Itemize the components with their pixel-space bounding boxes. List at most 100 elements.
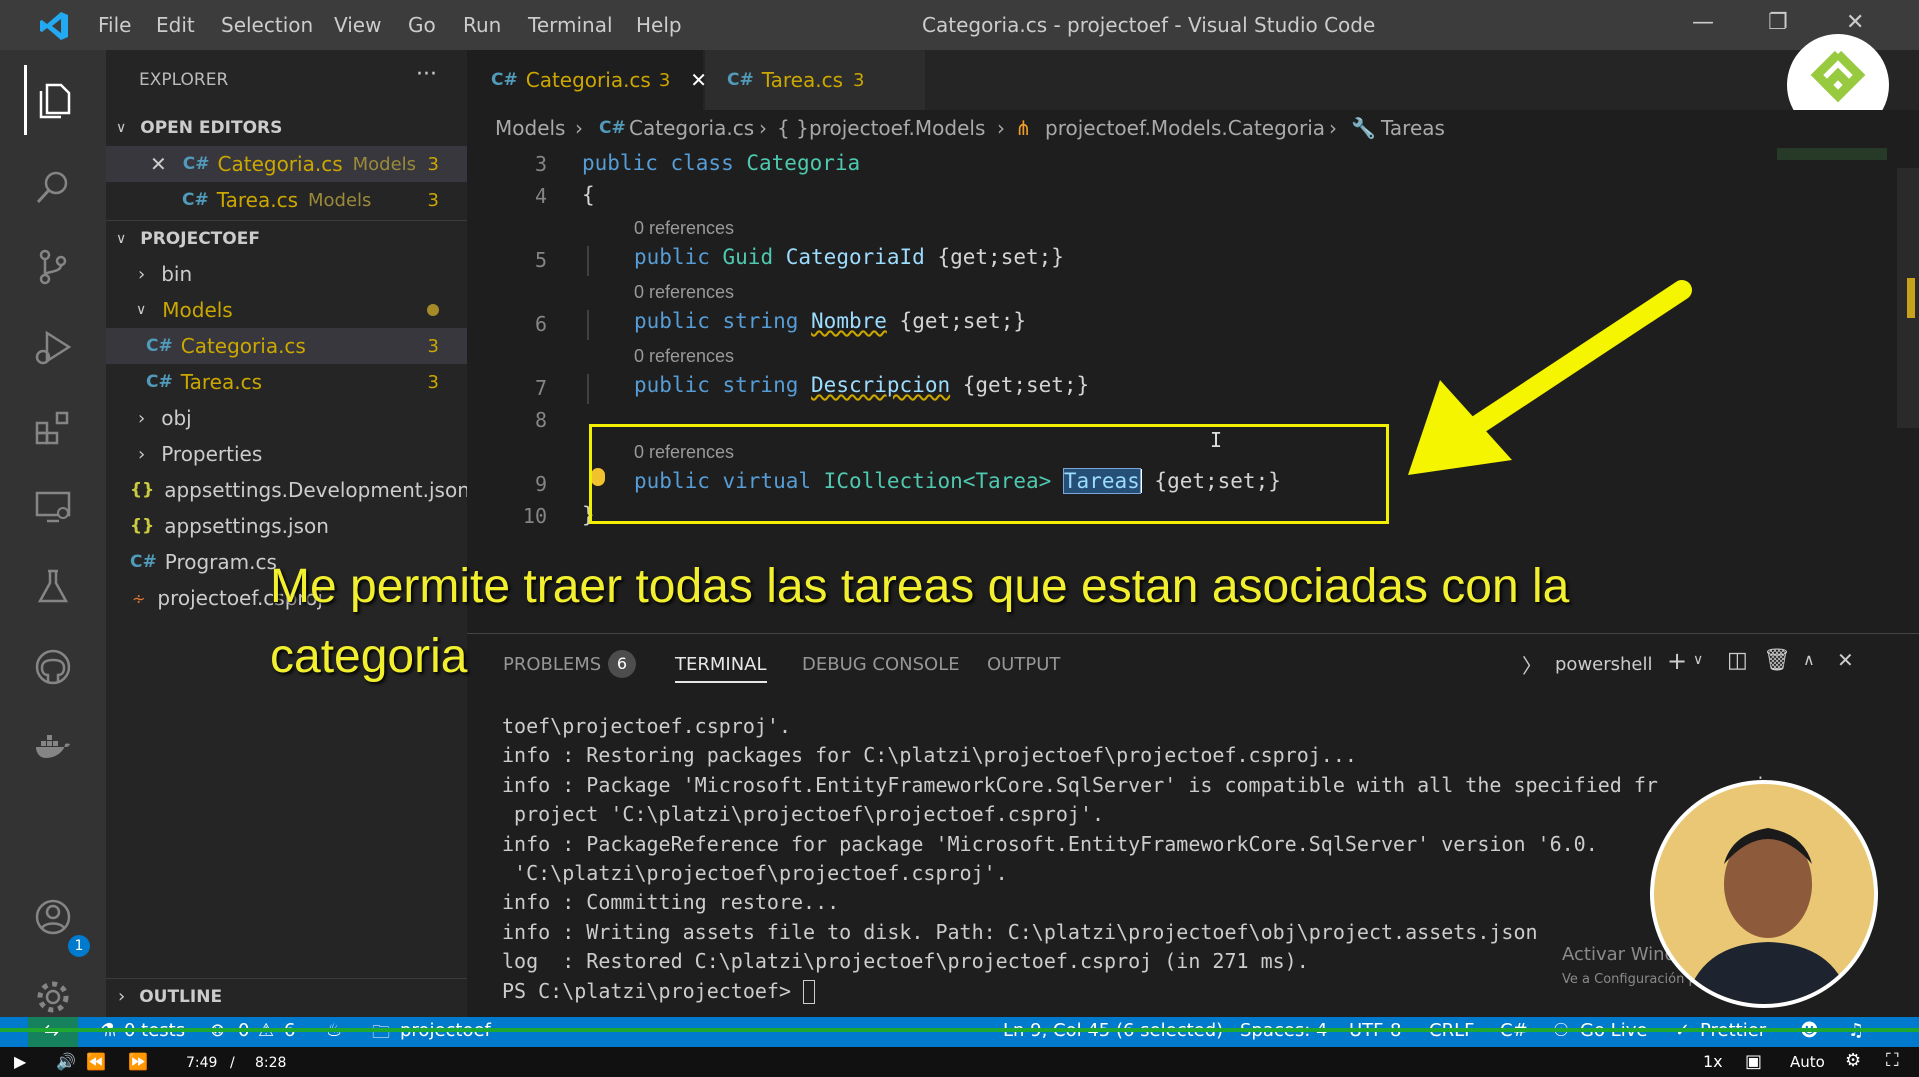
breadcrumb-models[interactable]: Models — [495, 116, 565, 140]
account-badge: 1 — [68, 935, 90, 957]
csharp-icon: C# — [182, 190, 209, 210]
codelens-references[interactable]: 0 references — [634, 282, 734, 303]
breadcrumb-class[interactable]: projectoef.Models.Categoria — [1045, 116, 1325, 140]
vscode-logo-icon — [40, 12, 68, 40]
code-line-5: public Guid CategoriaId {get;set;} — [634, 245, 1064, 269]
project-header[interactable]: ∨ PROJECTOEF — [106, 220, 467, 256]
rewind-icon[interactable]: ⏪ — [86, 1052, 106, 1071]
restore-icon[interactable]: ❐ — [1768, 10, 1788, 35]
chevron-right-icon: › — [997, 116, 1005, 140]
csharp-icon: C# — [182, 154, 210, 174]
chevron-down-icon[interactable]: ∨ — [1693, 652, 1703, 668]
settings-gear-icon[interactable]: ⚙ — [1845, 1050, 1861, 1071]
chevron-right-icon: › — [759, 116, 767, 140]
menu-selection[interactable]: Selection — [221, 13, 313, 37]
chevron-right-icon: › — [138, 263, 146, 285]
tree-file-appsettings-dev[interactable]: {} appsettings.Development.json — [106, 472, 470, 508]
minimize-icon[interactable]: — — [1692, 10, 1714, 35]
fullscreen-icon[interactable]: ⛶ — [1886, 1050, 1899, 1071]
breadcrumb-file[interactable]: Categoria.cs — [629, 116, 754, 140]
codelens-references[interactable]: 0 references — [634, 218, 734, 239]
csharp-icon: C# — [146, 372, 173, 392]
chevron-down-icon: ∨ — [116, 230, 127, 247]
folder-icon: 🗀 — [372, 1022, 390, 1043]
explorer-icon[interactable] — [28, 76, 78, 126]
menu-help[interactable]: Help — [636, 13, 682, 37]
extensions-icon[interactable] — [28, 402, 78, 452]
tree-file-categoria[interactable]: C# Categoria.cs 3 — [106, 328, 467, 364]
open-editor-categoria[interactable]: ✕ C# Categoria.cs Models 3 — [106, 146, 467, 182]
close-window-icon[interactable]: ✕ — [1846, 10, 1864, 35]
testing-icon[interactable] — [28, 562, 78, 612]
terminal-line: info : Committing restore... — [502, 890, 840, 915]
menu-run[interactable]: Run — [463, 13, 501, 37]
volume-icon[interactable]: 🔊 — [56, 1052, 76, 1071]
csharp-icon: C# — [130, 552, 157, 572]
code-line-7: public string Descripcion {get;set;} — [634, 373, 1090, 397]
tree-file-appsettings[interactable]: {} appsettings.json — [106, 508, 467, 544]
open-editors-header[interactable]: ∨ OPEN EDITORS — [106, 110, 467, 146]
webcam-overlay — [1650, 780, 1878, 1008]
terminal-line: info : Package 'Microsoft.EntityFramewor… — [502, 772, 1779, 797]
split-terminal-icon[interactable]: ◫ — [1727, 648, 1748, 673]
activity-bar: 1 — [0, 50, 106, 1017]
editor-tabs: C# Categoria.cs 3 ✕ C# Tarea.cs 3 — [467, 34, 1919, 136]
tree-folder-properties[interactable]: › Properties — [106, 436, 467, 472]
quality-button[interactable]: Auto — [1790, 1053, 1825, 1071]
chevron-down-icon: ∨ — [116, 120, 127, 136]
tree-folder-obj[interactable]: › obj — [106, 400, 467, 436]
video-player-controls: ▶ 🔊 ⏪ ⏩ 7:49 / 8:28 1x ▣ Auto ⚙ ⛶ — [0, 1047, 1919, 1077]
tree-file-tarea[interactable]: C# Tarea.cs 3 — [106, 364, 467, 400]
add-terminal-icon[interactable]: + — [1667, 647, 1687, 675]
account-icon[interactable] — [28, 892, 78, 942]
tree-folder-models[interactable]: ∨ Models — [106, 292, 467, 328]
explorer-title: EXPLORER — [139, 70, 229, 90]
video-progress-bar[interactable] — [0, 1028, 1919, 1032]
scrollbar-marker — [1907, 278, 1915, 318]
speed-button[interactable]: 1x — [1703, 1052, 1723, 1071]
codelens-references[interactable]: 0 references — [634, 346, 734, 367]
fast-forward-icon[interactable]: ⏩ — [128, 1052, 148, 1071]
chevron-down-icon: ∨ — [136, 302, 147, 318]
tree-folder-bin[interactable]: › bin — [106, 256, 467, 292]
maximize-panel-icon[interactable]: ∧ — [1803, 650, 1815, 669]
chevron-right-icon: › — [1329, 116, 1337, 140]
source-control-icon[interactable] — [28, 242, 78, 292]
open-editor-tarea[interactable]: C# Tarea.cs Models 3 — [106, 182, 467, 218]
trash-icon[interactable]: 🗑 — [1763, 648, 1791, 673]
docker-icon[interactable] — [28, 722, 78, 772]
close-icon[interactable]: ✕ — [150, 152, 167, 176]
play-icon[interactable]: ▶ — [14, 1052, 26, 1071]
menu-view[interactable]: View — [334, 13, 381, 37]
terminal-line: 'C:\platzi\projectoef\projectoef.csproj'… — [502, 861, 1008, 886]
terminal-line: toef\projectoef.csproj'. — [502, 714, 791, 738]
csharp-icon: C# — [146, 336, 173, 356]
menu-go[interactable]: Go — [408, 13, 436, 37]
menu-edit[interactable]: Edit — [156, 13, 195, 37]
chevron-right-icon: › — [138, 407, 146, 429]
more-actions-icon[interactable]: ··· — [416, 62, 437, 87]
current-time: 7:49 — [186, 1055, 218, 1071]
minimap[interactable] — [1777, 148, 1887, 160]
outline-header[interactable]: › OUTLINE — [106, 978, 467, 1014]
run-debug-icon[interactable] — [28, 322, 78, 372]
menu-terminal[interactable]: Terminal — [528, 13, 613, 37]
tab-categoria[interactable]: C# Categoria.cs 3 ✕ — [467, 50, 707, 110]
picture-in-picture-icon[interactable]: ▣ — [1745, 1051, 1762, 1072]
highlight-box — [589, 424, 1389, 524]
breadcrumb-namespace[interactable]: projectoef.Models — [809, 116, 985, 140]
gear-icon[interactable] — [28, 972, 78, 1022]
remote-explorer-icon[interactable] — [28, 482, 78, 532]
github-icon[interactable] — [28, 642, 78, 692]
breadcrumb-property[interactable]: Tareas — [1381, 116, 1445, 140]
total-time: 8:28 — [255, 1055, 287, 1071]
csharp-icon: C# — [491, 70, 518, 90]
menu-file[interactable]: File — [98, 13, 131, 37]
code-line-3: public class Categoria — [582, 151, 861, 175]
close-panel-icon[interactable]: ✕ — [1837, 648, 1854, 672]
terminal-line: info : PackageReference for package 'Mic… — [502, 831, 1598, 856]
rss-icon: ∻ — [132, 588, 146, 608]
tab-tarea[interactable]: C# Tarea.cs 3 — [705, 50, 925, 110]
search-icon[interactable] — [28, 162, 78, 212]
window-title: Categoria.cs - projectoef - Visual Studi… — [922, 13, 1376, 37]
